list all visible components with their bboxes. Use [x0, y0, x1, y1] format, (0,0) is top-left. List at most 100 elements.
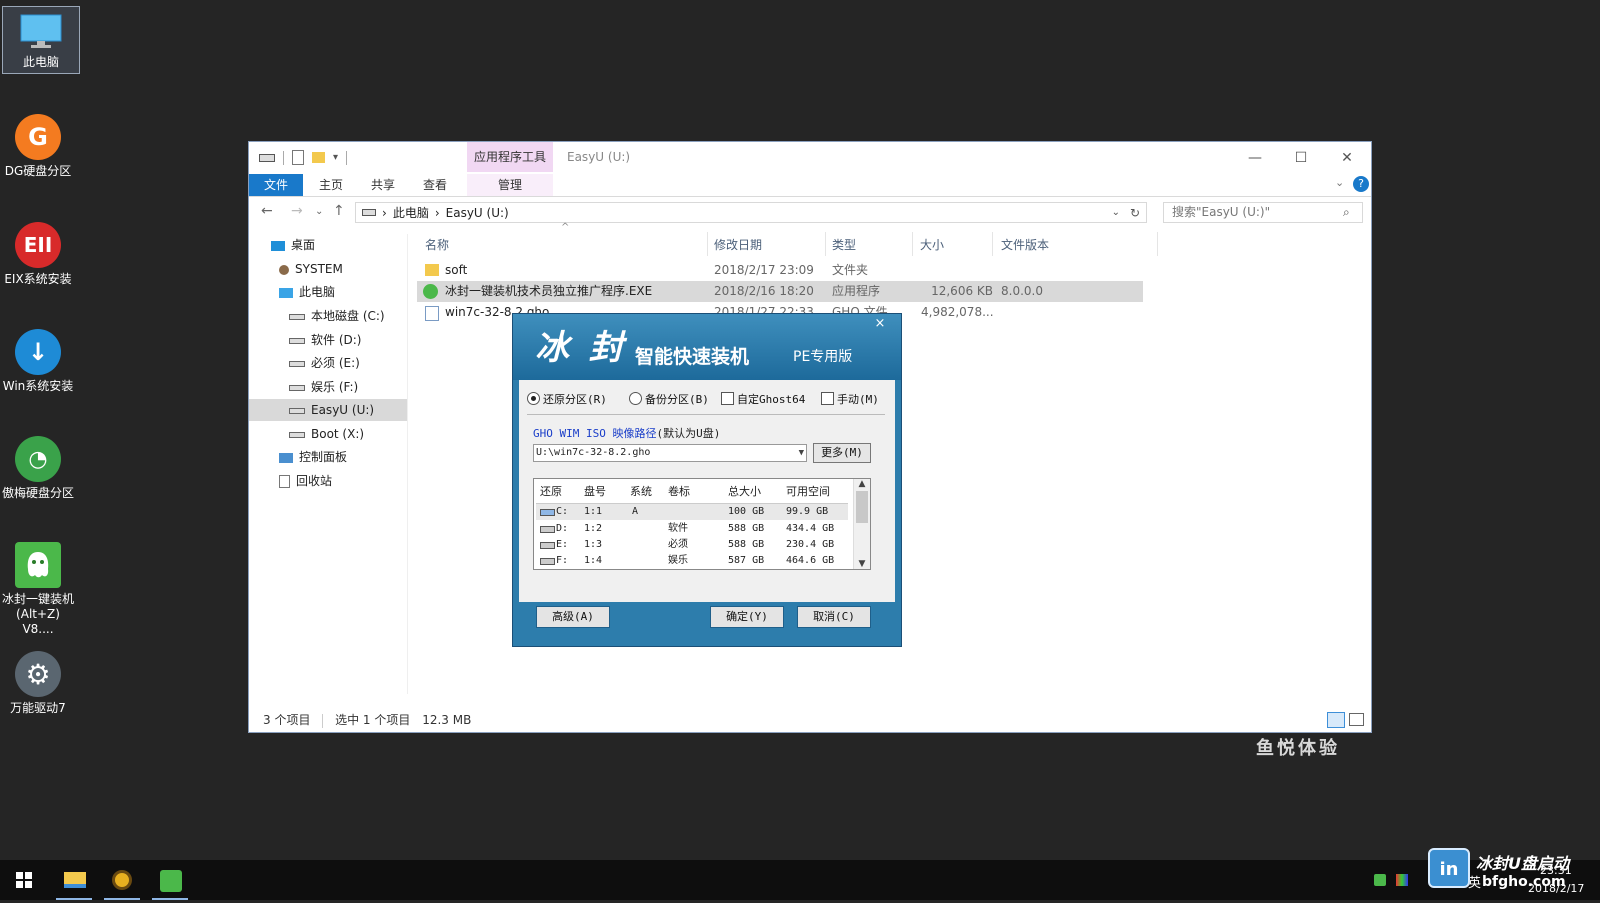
- help-icon[interactable]: ?: [1353, 176, 1369, 192]
- column-size[interactable]: 大小: [920, 234, 944, 256]
- desktop-icon-label: EIX系统安装: [4, 272, 72, 286]
- column-version[interactable]: 文件版本: [1001, 234, 1049, 256]
- drive-icon[interactable]: [259, 153, 275, 162]
- desktop-icon-eix-install[interactable]: EII EIX系统安装: [0, 222, 76, 287]
- partition-row[interactable]: D: 1:2 软件 588 GB 434.4 GB: [536, 521, 848, 537]
- nav-item-drive-f[interactable]: 娱乐 (F:): [289, 376, 439, 398]
- column-system[interactable]: 系统: [630, 482, 652, 502]
- scroll-thumb[interactable]: [856, 491, 868, 523]
- taskbar-sunflower-app[interactable]: [102, 860, 142, 900]
- chevron-down-icon: ▼: [798, 448, 804, 458]
- nav-item-desktop[interactable]: 桌面: [271, 234, 421, 256]
- nav-item-drive-u[interactable]: EasyU (U:): [249, 399, 407, 421]
- image-path-label-blue: GHO WIM ISO 映像路径: [533, 427, 657, 440]
- aomei-partition-icon: ◔: [15, 436, 61, 482]
- desktop-icon-dg-partition[interactable]: G DG硬盘分区: [0, 114, 76, 179]
- taskbar-ghost-installer[interactable]: [150, 860, 190, 900]
- backup-partition-radio[interactable]: 备份分区(B): [629, 391, 709, 407]
- file-type: 应用程序: [832, 284, 881, 298]
- close-button[interactable]: ✕: [1327, 146, 1367, 170]
- column-total-size[interactable]: 总大小: [728, 482, 761, 502]
- ribbon-expand-icon[interactable]: ⌄: [1335, 176, 1344, 189]
- breadcrumb-this-pc[interactable]: 此电脑: [393, 204, 429, 221]
- column-type[interactable]: 类型: [832, 234, 856, 256]
- installer-subtitle: 智能快速装机: [635, 346, 750, 368]
- partition-number: 1:2: [584, 523, 603, 534]
- address-dropdown-icon[interactable]: ⌄: [1112, 207, 1120, 218]
- custom-ghost64-checkbox[interactable]: 自定Ghost64: [721, 391, 805, 407]
- column-restore[interactable]: 还原: [540, 482, 562, 502]
- column-free-space[interactable]: 可用空间: [786, 482, 830, 502]
- file-row[interactable]: soft 2018/2/17 23:09 文件夹: [417, 260, 1143, 281]
- restore-partition-radio[interactable]: 还原分区(R): [527, 391, 607, 407]
- nav-item-drive-e[interactable]: 必须 (E:): [289, 352, 439, 374]
- desktop-icon-bingfeng-installer[interactable]: 冰封一键装机 (Alt+Z) V8....: [0, 542, 76, 637]
- partition-row[interactable]: F: 1:4 娱乐 587 GB 464.6 GB: [536, 553, 848, 569]
- table-scrollbar[interactable]: ▲ ▼: [853, 479, 870, 569]
- large-icons-view-icon[interactable]: [1349, 713, 1364, 726]
- partition-row[interactable]: E: 1:3 必须 588 GB 230.4 GB: [536, 537, 848, 553]
- tab-manage[interactable]: 管理: [467, 174, 553, 196]
- desktop-icon-win-install[interactable]: ↓ Win系统安装: [0, 329, 76, 394]
- brand-watermark: in 冰封U盘启动 bfgho.com: [1424, 846, 1600, 900]
- tab-home[interactable]: 主页: [311, 174, 351, 196]
- forward-arrow-icon[interactable]: →: [291, 203, 303, 219]
- column-name[interactable]: 名称: [425, 234, 449, 256]
- partition-table: 还原 盘号 系统 卷标 总大小 可用空间 C: 1:1 A 100 GB 99.…: [533, 478, 871, 570]
- tab-view[interactable]: 查看: [415, 174, 455, 196]
- breadcrumb-current[interactable]: EasyU (U:): [446, 206, 509, 220]
- scroll-up-icon[interactable]: ▲: [854, 479, 870, 489]
- tray-ghost-icon[interactable]: [1374, 874, 1386, 886]
- address-bar[interactable]: › 此电脑 › EasyU (U:) ⌄ ↻: [355, 202, 1147, 223]
- desktop-icon-label: Win系统安装: [2, 379, 74, 393]
- scroll-down-icon[interactable]: ▼: [854, 559, 870, 569]
- taskbar-file-explorer[interactable]: [54, 860, 94, 900]
- nav-item-recycle-bin[interactable]: 回收站: [279, 470, 429, 492]
- app-tools-context-tab[interactable]: 应用程序工具: [467, 142, 553, 172]
- nav-item-drive-x[interactable]: Boot (X:): [289, 423, 439, 445]
- nav-item-drive-d[interactable]: 软件 (D:): [289, 329, 439, 351]
- start-button[interactable]: [4, 860, 44, 900]
- cancel-button[interactable]: 取消(C): [797, 606, 871, 628]
- search-input[interactable]: 搜索"EasyU (U:)": [1163, 202, 1363, 223]
- desktop-icon-label: 傲梅硬盘分区: [1, 486, 74, 500]
- nav-item-control-panel[interactable]: 控制面板: [279, 446, 429, 468]
- desktop-icon-universal-driver[interactable]: ⚙ 万能驱动7: [0, 651, 76, 716]
- up-arrow-icon[interactable]: ↑: [333, 203, 345, 219]
- desktop-icon-aomei-partition[interactable]: ◔ 傲梅硬盘分区: [0, 436, 76, 501]
- column-disk-number[interactable]: 盘号: [584, 482, 606, 502]
- desktop-icon-label: 此电脑: [22, 55, 59, 69]
- desktop-icon: [271, 240, 285, 251]
- advanced-button[interactable]: 高级(A): [536, 606, 610, 628]
- details-view-icon[interactable]: [1327, 712, 1345, 728]
- new-folder-icon[interactable]: [312, 152, 325, 163]
- tab-share[interactable]: 共享: [363, 174, 403, 196]
- nav-item-system[interactable]: SYSTEM: [279, 258, 429, 280]
- chevron-down-icon[interactable]: ▾: [333, 152, 338, 163]
- partition-row[interactable]: C: 1:1 A 100 GB 99.9 GB: [536, 504, 848, 520]
- nav-item-this-pc[interactable]: 此电脑: [279, 281, 429, 303]
- installer-edition: PE专用版: [793, 349, 853, 365]
- desktop-icon-this-pc[interactable]: 此电脑: [2, 6, 80, 74]
- manual-checkbox[interactable]: 手动(M): [821, 391, 879, 407]
- window-title: EasyU (U:): [567, 150, 631, 164]
- image-path-combobox[interactable]: U:\win7c-32-8.2.gho ▼: [533, 444, 807, 462]
- ok-button[interactable]: 确定(Y): [710, 606, 784, 628]
- recent-chevron-icon[interactable]: ⌄: [315, 206, 323, 217]
- maximize-button[interactable]: ☐: [1281, 146, 1321, 170]
- column-date[interactable]: 修改日期: [714, 234, 762, 256]
- more-button[interactable]: 更多(M): [813, 443, 871, 463]
- control-panel-icon: [279, 452, 293, 463]
- dialog-close-button[interactable]: ×: [869, 316, 891, 332]
- file-row[interactable]: 冰封一键装机技术员独立推广程序.EXE 2018/2/16 18:20 应用程序…: [417, 281, 1143, 302]
- search-icon[interactable]: ⌕: [1343, 205, 1350, 220]
- file-size: 4,982,078...: [921, 305, 993, 319]
- refresh-icon[interactable]: ↻: [1130, 206, 1140, 220]
- option-label: 手动(M): [837, 393, 879, 406]
- tray-color-icon[interactable]: [1396, 874, 1408, 886]
- tab-file[interactable]: 文件: [249, 174, 303, 196]
- back-arrow-icon[interactable]: ←: [261, 203, 273, 219]
- minimize-button[interactable]: —: [1235, 146, 1275, 170]
- new-file-icon[interactable]: [292, 150, 304, 165]
- column-volume-label[interactable]: 卷标: [668, 482, 690, 502]
